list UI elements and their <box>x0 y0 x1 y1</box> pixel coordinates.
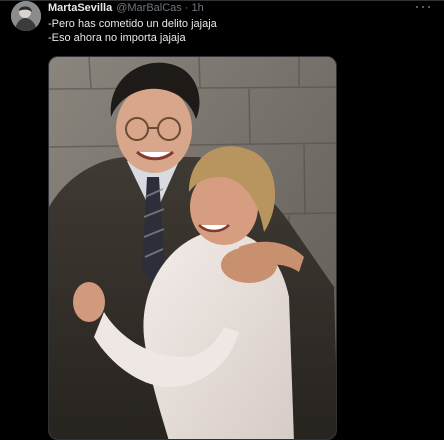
tweet[interactable]: MartaSevilla @MarBalCas · 1h -Pero has c… <box>0 0 444 440</box>
more-dot <box>416 5 419 9</box>
author-display-name[interactable]: MartaSevilla <box>48 1 112 16</box>
more-dot <box>421 5 425 9</box>
more-dot <box>427 5 430 9</box>
avatar[interactable] <box>11 1 41 31</box>
tweet-text: -Pero has cometido un delito jajaja -Eso… <box>48 17 217 45</box>
tweet-line-2: -Eso ahora no importa jajaja <box>48 32 186 44</box>
more-options-icon[interactable] <box>416 2 430 12</box>
tweet-photo[interactable] <box>48 56 337 440</box>
tweet-line-1: -Pero has cometido un delito jajaja <box>48 18 217 30</box>
header-separator: · <box>184 2 189 14</box>
author-handle[interactable]: @MarBalCas <box>116 1 182 16</box>
tweet-timestamp[interactable]: 1h <box>191 1 203 16</box>
tweet-header: MartaSevilla @MarBalCas · 1h <box>48 1 204 16</box>
